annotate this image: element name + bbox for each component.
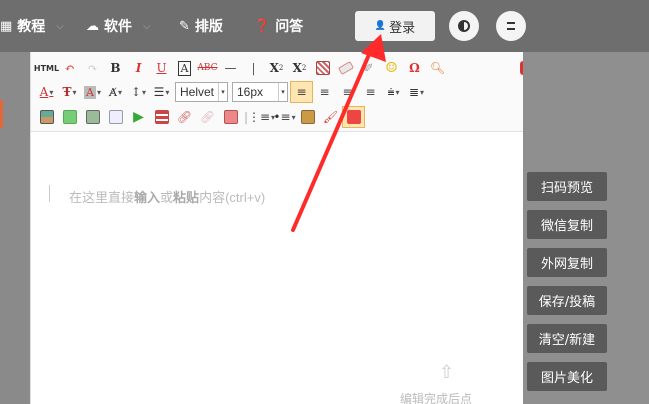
theme-toggle-button[interactable]	[449, 11, 479, 41]
top-navbar: ▦ 教程 ⌵ ☁ 软件 ⌵ ✎ 排版 ❓ 问答 👤 登录	[0, 0, 649, 52]
scan-preview-button[interactable]: 扫码预览	[527, 172, 607, 201]
save-submit-button[interactable]: 保存/投稿	[527, 286, 607, 315]
eraser-icon[interactable]	[334, 57, 357, 79]
insert-image-icon[interactable]	[35, 106, 58, 128]
align-center-icon[interactable]: ≡	[313, 81, 336, 103]
toolbar-row-1: HTML ↶ ↷ B I U A ABC — | X2 X2 ✐ ☺ Ω 🔍︎	[34, 57, 538, 79]
font-size-value: 16px	[237, 85, 264, 99]
search-icon[interactable]: 🔍︎	[426, 57, 449, 79]
undo-icon[interactable]: ↶	[58, 57, 81, 79]
underline-button[interactable]: U	[150, 57, 173, 79]
highlight-color-icon[interactable]: A	[81, 81, 104, 103]
nav-software[interactable]: ☁ 软件 ⌵	[86, 16, 151, 36]
toolbar-row-3: ▶ 🔗︎ 🔗︎ | ⋮≡ •≡ 🖌︎	[35, 106, 365, 128]
horizontal-rule-icon[interactable]: —	[219, 57, 242, 79]
editor-toolbar: HTML ↶ ↷ B I U A ABC — | X2 X2 ✐ ☺ Ω 🔍︎ …	[31, 52, 534, 132]
text-cursor	[49, 185, 50, 202]
indent-icon[interactable]: ☰	[150, 81, 173, 103]
table-icon[interactable]	[150, 106, 173, 128]
emoji-icon[interactable]: ☺	[380, 57, 403, 79]
left-accent-bar	[0, 100, 3, 128]
editor-placeholder[interactable]: 在这里直接输入或粘贴内容(ctrl+v)	[69, 187, 265, 206]
nav-tutorial-label: 教程	[17, 19, 46, 35]
placeholder-paste: 粘贴	[173, 190, 200, 205]
left-strip	[0, 52, 30, 404]
paragraph-spacing-icon[interactable]: ⩧	[382, 81, 405, 103]
toolbar-row-2: A Ŧ A A̸ ↕ ☰ Helvet ▾ 16px ▾ ≡ ≡ ≡ ≡ ⩧ ≣	[35, 81, 428, 103]
hamburger-icon	[507, 22, 515, 30]
font-border-label: A	[177, 60, 192, 76]
background-pattern-icon[interactable]	[311, 57, 334, 79]
grid-icon: ▦	[0, 18, 13, 34]
arrow-up-icon: ⇧	[439, 362, 455, 383]
chevron-down-icon: ⌵	[56, 20, 64, 32]
ordered-list-icon[interactable]: ⋮≡	[248, 106, 273, 128]
rich-text-editor[interactable]: HTML ↶ ↷ B I U A ABC — | X2 X2 ✐ ☺ Ω 🔍︎ …	[30, 52, 534, 404]
external-copy-button[interactable]: 外网复制	[527, 248, 607, 277]
insert-image-plus-icon[interactable]	[58, 106, 81, 128]
format-brush-icon[interactable]: ✐	[357, 57, 380, 79]
menu-button[interactable]	[496, 11, 526, 41]
clipboard-icon[interactable]	[296, 106, 319, 128]
align-justify-icon[interactable]: ≡	[359, 81, 382, 103]
nav-layout[interactable]: ✎ 排版	[179, 16, 223, 36]
chevron-down-icon: ▾	[218, 83, 227, 101]
question-circle-icon: ❓	[254, 18, 271, 34]
font-family-select[interactable]: Helvet ▾	[175, 82, 228, 102]
placeholder-mid: 或	[160, 190, 174, 205]
map-icon[interactable]	[219, 106, 242, 128]
nav-layout-label: 排版	[194, 19, 223, 35]
placeholder-input: 输入	[134, 190, 161, 205]
chevron-down-icon: ⌵	[143, 20, 151, 32]
special-char-button[interactable]: Ω	[403, 57, 426, 79]
nav-tutorial[interactable]: ▦ 教程 ⌵	[0, 16, 64, 36]
gear-icon	[458, 20, 470, 32]
cloud-download-icon: ☁	[86, 18, 99, 34]
clear-new-button[interactable]: 清空/新建	[527, 324, 607, 353]
line-height-icon[interactable]: ↕	[127, 81, 150, 103]
login-label: 登录	[389, 20, 416, 36]
font-border-button[interactable]: A	[173, 57, 196, 79]
chevron-down-icon: ▾	[278, 83, 287, 101]
bottom-hint: 编辑完成后点	[400, 392, 473, 404]
italic-button[interactable]: I	[127, 57, 150, 79]
paragraph-format-icon[interactable]: ≣	[405, 81, 428, 103]
nav-qa[interactable]: ❓ 问答	[254, 16, 303, 36]
unordered-list-icon[interactable]: •≡	[273, 106, 296, 128]
bold-button[interactable]: B	[104, 57, 127, 79]
font-family-value: Helvet	[180, 85, 215, 99]
word-import-icon[interactable]	[104, 106, 127, 128]
html5-icon[interactable]	[342, 106, 365, 128]
strikethrough-button[interactable]: ABC	[196, 57, 219, 79]
font-color-icon[interactable]: A	[35, 81, 58, 103]
superscript-icon[interactable]: X2	[265, 57, 288, 79]
login-button[interactable]: 👤 登录	[355, 11, 435, 41]
edit-icon: ✎	[179, 18, 190, 34]
image-gallery-icon[interactable]	[81, 106, 104, 128]
font-size-select[interactable]: 16px ▾	[232, 82, 288, 102]
placeholder-pre: 在这里直接	[69, 190, 135, 205]
image-beautify-button[interactable]: 图片美化	[527, 362, 607, 391]
paint-brush-icon[interactable]: 🖌︎	[319, 106, 342, 128]
placeholder-post: 内容(ctrl+v)	[199, 190, 266, 205]
link-icon[interactable]: 🔗︎	[173, 106, 196, 128]
html-source-button[interactable]: HTML	[34, 57, 59, 79]
unlink-icon[interactable]: 🔗︎	[196, 106, 219, 128]
user-icon: 👤	[374, 21, 387, 31]
subscript-icon[interactable]: X2	[288, 57, 311, 79]
text-style-icon[interactable]: Ŧ	[58, 81, 81, 103]
vertical-bar-icon[interactable]: |	[242, 57, 265, 79]
nav-software-label: 软件	[104, 19, 132, 35]
font-size-adjust-icon[interactable]: A̸	[104, 81, 127, 103]
video-play-icon[interactable]: ▶	[127, 106, 150, 128]
wechat-copy-button[interactable]: 微信复制	[527, 210, 607, 239]
align-left-icon[interactable]: ≡	[290, 81, 313, 103]
nav-qa-label: 问答	[275, 19, 304, 35]
align-right-icon[interactable]: ≡	[336, 81, 359, 103]
redo-icon[interactable]: ↷	[81, 57, 104, 79]
